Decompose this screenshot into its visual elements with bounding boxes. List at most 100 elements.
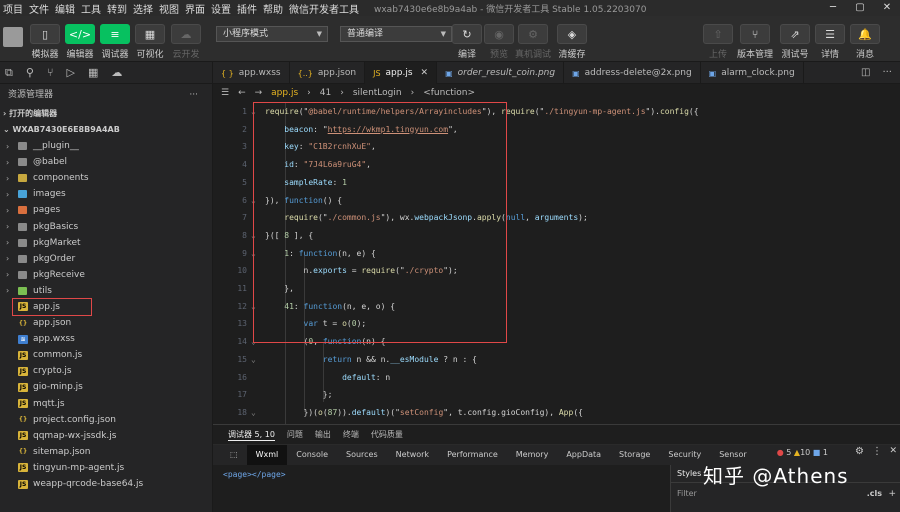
project-section[interactable]: ⌄ WXAB7430E6E8B9A4AB bbox=[0, 122, 212, 138]
settings-icon[interactable]: ⚙ bbox=[855, 446, 864, 457]
file-item[interactable]: JS mqtt.js bbox=[0, 396, 212, 412]
menu-item[interactable]: 转到 bbox=[104, 1, 130, 16]
cls-toggle[interactable]: .cls bbox=[867, 489, 882, 498]
source-control-icon[interactable]: ⑂ bbox=[47, 66, 54, 79]
devtools-tab-console[interactable]: Console bbox=[287, 445, 337, 465]
menu-item[interactable]: 插件 bbox=[234, 1, 260, 16]
menu-item[interactable]: 设置 bbox=[208, 1, 234, 16]
folder-item[interactable]: › utils bbox=[0, 283, 212, 299]
more-icon[interactable]: ··· bbox=[189, 84, 198, 106]
file-item[interactable]: ≋ app.wxss bbox=[0, 331, 212, 347]
folder-item[interactable]: › __plugin__ bbox=[0, 138, 212, 154]
close-tab-icon[interactable]: ✕ bbox=[421, 68, 429, 78]
tab-app-wxss[interactable]: { } app.wxss bbox=[213, 62, 290, 84]
inspect-icon[interactable]: ⬚ bbox=[221, 445, 247, 465]
tab-problems[interactable]: 问题 bbox=[287, 429, 303, 440]
folder-item[interactable]: › pages bbox=[0, 202, 212, 218]
search-icon[interactable]: ⚲ bbox=[26, 66, 34, 79]
cloud-button[interactable]: ☁ 云开发 bbox=[171, 24, 201, 60]
fold-icon[interactable]: ⌄ bbox=[251, 351, 256, 369]
compile-select[interactable]: 普通编译 ▼ bbox=[340, 26, 452, 42]
tab-alarm-clock-png[interactable]: ▣ alarm_clock.png bbox=[701, 62, 804, 84]
mode-select[interactable]: 小程序模式 ▼ bbox=[216, 26, 328, 42]
tab-terminal[interactable]: 终端 bbox=[343, 429, 359, 440]
devtools-tab-network[interactable]: Network bbox=[387, 445, 438, 465]
simulator-button[interactable]: ▯ 模拟器 bbox=[30, 24, 60, 60]
tab-output[interactable]: 输出 bbox=[315, 429, 331, 440]
menu-item[interactable]: 选择 bbox=[130, 1, 156, 16]
menu-item[interactable]: 界面 bbox=[182, 1, 208, 16]
breadcrumb-function[interactable]: silentLogin bbox=[353, 88, 402, 98]
tab-app-json[interactable]: {..} app.json bbox=[290, 62, 366, 84]
add-rule-icon[interactable]: + bbox=[888, 489, 896, 499]
test-account-button[interactable]: ⇗ 测试号 bbox=[780, 24, 810, 60]
compile-button[interactable]: ↻ 编译 bbox=[452, 24, 482, 60]
folder-item[interactable]: › components bbox=[0, 170, 212, 186]
messages-button[interactable]: 🔔 消息 bbox=[850, 24, 880, 60]
file-item[interactable]: {} project.config.json bbox=[0, 412, 212, 428]
open-editors-section[interactable]: › 打开的编辑器 bbox=[0, 106, 212, 122]
file-item[interactable]: JS gio-minp.js bbox=[0, 379, 212, 395]
file-item[interactable]: JS crypto.js bbox=[0, 363, 212, 379]
tab-code-quality[interactable]: 代码质量 bbox=[371, 429, 403, 440]
details-button[interactable]: ☰ 详情 bbox=[815, 24, 845, 60]
breadcrumb-file[interactable]: app.js bbox=[271, 88, 298, 98]
menu-item[interactable]: 视图 bbox=[156, 1, 182, 16]
issue-counts[interactable]: ● 5 ▲10 ■ 1 bbox=[777, 448, 828, 457]
upload-button[interactable]: ⇧ 上传 bbox=[703, 24, 733, 60]
remote-debug-button[interactable]: ⚙ 真机调试 bbox=[515, 24, 551, 60]
menu-item[interactable]: 工具 bbox=[78, 1, 104, 16]
menu-item[interactable]: 微信开发者工具 bbox=[286, 1, 362, 16]
files-icon[interactable]: ⧉ bbox=[5, 66, 13, 80]
file-item[interactable]: JS common.js bbox=[0, 347, 212, 363]
devtools-tab-storage[interactable]: Storage bbox=[610, 445, 659, 465]
folder-item[interactable]: › pkgBasics bbox=[0, 218, 212, 234]
visual-button[interactable]: ▦ 可视化 bbox=[135, 24, 165, 60]
tab-debugger[interactable]: 调试器 5, 10 bbox=[228, 429, 275, 441]
avatar[interactable] bbox=[3, 27, 23, 47]
devtools-tab-appdata[interactable]: AppData bbox=[557, 445, 610, 465]
list-icon[interactable]: ☰ bbox=[221, 88, 229, 98]
menu-item[interactable]: 帮助 bbox=[260, 1, 286, 16]
debugger-button[interactable]: ≡ 调试器 bbox=[100, 24, 130, 60]
menu-item[interactable]: 文件 bbox=[26, 1, 52, 16]
clear-cache-button[interactable]: ◈ 清缓存 bbox=[557, 24, 587, 60]
file-item[interactable]: {} app.json bbox=[0, 315, 212, 331]
devtools-tab-sources[interactable]: Sources bbox=[337, 445, 387, 465]
extensions-icon[interactable]: ▦ bbox=[88, 66, 98, 79]
file-item[interactable]: JS app.js bbox=[12, 297, 92, 317]
file-item[interactable]: JS tingyun-mp-agent.js bbox=[0, 460, 212, 476]
more-icon[interactable]: ⋮ bbox=[872, 446, 882, 457]
more-icon[interactable]: ··· bbox=[882, 67, 892, 78]
folder-item[interactable]: › pkgReceive bbox=[0, 267, 212, 283]
file-item[interactable]: {} sitemap.json bbox=[0, 444, 212, 460]
close-panel-icon[interactable]: ✕ bbox=[889, 446, 897, 456]
version-button[interactable]: ⑂ 版本管理 bbox=[737, 24, 773, 60]
folder-item[interactable]: › pkgMarket bbox=[0, 235, 212, 251]
cloud-icon[interactable]: ☁ bbox=[111, 66, 122, 79]
tab-order-result-coin-png[interactable]: ▣ order_result_coin.png bbox=[437, 62, 565, 84]
folder-item[interactable]: › pkgOrder bbox=[0, 251, 212, 267]
close-icon[interactable]: ✕ bbox=[874, 0, 900, 16]
back-icon[interactable]: ← bbox=[238, 88, 246, 98]
split-editor-icon[interactable]: ◫ bbox=[861, 67, 870, 78]
breadcrumb-inner[interactable]: <function> bbox=[423, 88, 475, 98]
folder-item[interactable]: › images bbox=[0, 186, 212, 202]
fold-icon[interactable]: ⌄ bbox=[251, 404, 256, 422]
tab-address-delete-2x-png[interactable]: ▣ address-delete@2x.png bbox=[564, 62, 701, 84]
tab-app-js[interactable]: JS app.js ✕ bbox=[365, 62, 438, 84]
devtools-tab-wxml[interactable]: Wxml bbox=[246, 445, 288, 465]
breadcrumb-symbol[interactable]: 41 bbox=[320, 88, 331, 98]
minimize-icon[interactable]: ─ bbox=[820, 0, 846, 16]
folder-item[interactable]: › @babel bbox=[0, 154, 212, 170]
file-item[interactable]: JS weapp-qrcode-base64.js bbox=[0, 476, 212, 492]
debug-icon[interactable]: ▷ bbox=[67, 66, 75, 79]
maximize-icon[interactable]: ▢ bbox=[847, 0, 873, 16]
forward-icon[interactable]: → bbox=[255, 88, 263, 98]
editor-button[interactable]: </> 编辑器 bbox=[65, 24, 95, 60]
devtools-tab-memory[interactable]: Memory bbox=[507, 445, 558, 465]
file-item[interactable]: JS qqmap-wx-jssdk.js bbox=[0, 428, 212, 444]
menu-item[interactable]: 项目 bbox=[0, 1, 26, 16]
menu-item[interactable]: 编辑 bbox=[52, 1, 78, 16]
preview-button[interactable]: ◉ 预览 bbox=[484, 24, 514, 60]
